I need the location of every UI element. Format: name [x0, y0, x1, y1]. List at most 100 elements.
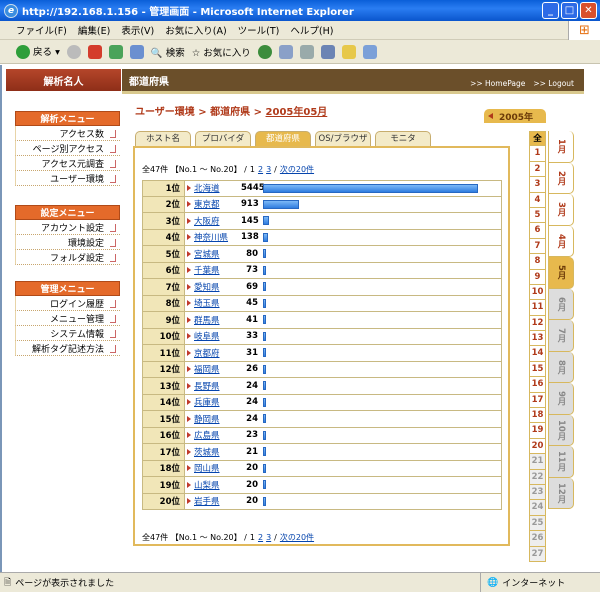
prefecture-cell: 大阪府 [185, 215, 241, 227]
media-icon[interactable] [257, 44, 272, 59]
refresh-icon[interactable] [108, 44, 123, 59]
sidebar-item-folder[interactable]: フォルダ設定 [15, 250, 120, 265]
pager-page-2[interactable]: 2 [258, 533, 263, 542]
prefecture-link[interactable]: 宮城県 [194, 248, 220, 260]
menu-help[interactable]: ヘルプ(H) [290, 23, 333, 37]
pager-page-3[interactable]: 3 [266, 533, 271, 542]
day-item[interactable]: 20 [529, 438, 546, 455]
prefecture-link[interactable]: 東京都 [194, 198, 220, 210]
minimize-button[interactable]: _ [542, 2, 559, 19]
day-item[interactable]: 6 [529, 223, 546, 239]
sidebar-item-environment[interactable]: 環境設定 [15, 235, 120, 250]
forward-icon[interactable] [66, 44, 81, 59]
prefecture-link[interactable]: 愛知県 [194, 281, 220, 293]
month-tab[interactable]: 3月 [548, 194, 574, 226]
prefecture-link[interactable]: 岐阜県 [194, 330, 220, 342]
bar-cell [261, 312, 501, 328]
breadcrumb-month[interactable]: 2005年05月 [266, 107, 328, 118]
sidebar-item-page-access[interactable]: ページ別アクセス [15, 141, 120, 156]
day-item[interactable]: 17 [529, 392, 546, 409]
sidebar-item-user-env[interactable]: ユーザー環境 [15, 171, 120, 186]
day-item[interactable]: 16 [529, 377, 546, 393]
pager-page-2[interactable]: 2 [258, 165, 263, 174]
prefecture-link[interactable]: 福岡県 [194, 363, 220, 375]
day-item[interactable]: 5 [529, 207, 546, 224]
prefecture-link[interactable]: 広島県 [194, 429, 220, 441]
tab-hostname[interactable]: ホスト名 [135, 131, 191, 146]
edit-icon[interactable] [341, 44, 356, 59]
month-tab[interactable]: 4月 [548, 225, 574, 257]
prefecture-link[interactable]: 茨城県 [194, 446, 220, 458]
windows-logo-icon: ⊞ [568, 21, 600, 40]
prefecture-link[interactable]: 兵庫県 [194, 396, 220, 408]
menu-tools[interactable]: ツール(T) [238, 23, 280, 37]
tab-os-browser[interactable]: OS/ブラウザ [315, 131, 371, 146]
favorites-button[interactable]: ☆ お気に入り [192, 45, 251, 59]
day-item[interactable]: 7 [529, 238, 546, 255]
pager-next[interactable]: 次の20件 [280, 532, 314, 543]
history-icon[interactable] [278, 44, 293, 59]
sidebar-item-access-count[interactable]: アクセス数 [15, 126, 120, 141]
breadcrumb-user-env[interactable]: ユーザー環境 [135, 107, 195, 118]
prefecture-link[interactable]: 北海道 [194, 182, 220, 194]
prefecture-link[interactable]: 静岡県 [194, 413, 220, 425]
stop-icon[interactable] [87, 44, 102, 59]
day-item[interactable]: 10 [529, 284, 546, 301]
tab-provider[interactable]: プロバイダ [195, 131, 251, 146]
menu-view[interactable]: 表示(V) [121, 23, 154, 37]
day-item[interactable]: 18 [529, 408, 546, 424]
day-item[interactable]: 19 [529, 423, 546, 439]
breadcrumb-prefecture[interactable]: 都道府県 [210, 107, 250, 118]
prefecture-link[interactable]: 京都府 [194, 347, 220, 359]
pager-page-3[interactable]: 3 [266, 165, 271, 174]
prefecture-link[interactable]: 千葉県 [194, 264, 220, 276]
prefecture-link[interactable]: 山梨県 [194, 479, 220, 491]
prefecture-link[interactable]: 神奈川県 [194, 231, 228, 243]
day-all[interactable]: 全 [529, 131, 546, 147]
day-item[interactable]: 4 [529, 192, 546, 208]
day-item[interactable]: 11 [529, 300, 546, 316]
menu-edit[interactable]: 編集(E) [78, 23, 110, 37]
close-button[interactable]: ✕ [580, 2, 597, 19]
prefecture-link[interactable]: 埼玉県 [194, 297, 220, 309]
day-item[interactable]: 15 [529, 361, 546, 378]
menu-favorites[interactable]: お気に入り(A) [165, 23, 226, 37]
menu-file[interactable]: ファイル(F) [16, 23, 67, 37]
tab-monitor[interactable]: モニタ [375, 131, 431, 146]
year-tab[interactable]: 2005年 [484, 109, 546, 123]
maximize-button[interactable]: □ [561, 2, 578, 19]
messenger-icon[interactable] [362, 44, 377, 59]
homepage-link[interactable]: >> HomePage [470, 79, 525, 88]
day-item[interactable]: 3 [529, 177, 546, 193]
day-item[interactable]: 2 [529, 161, 546, 178]
sidebar-item-system-info[interactable]: システム情報 [15, 326, 120, 341]
prefecture-link[interactable]: 長野県 [194, 380, 220, 392]
logout-link[interactable]: >> Logout [533, 79, 574, 88]
month-tab[interactable]: 5月 [548, 257, 574, 289]
prefecture-link[interactable]: 岩手県 [194, 495, 220, 507]
mail-icon[interactable] [299, 44, 314, 59]
home-icon[interactable] [129, 44, 144, 59]
day-item[interactable]: 12 [529, 315, 546, 332]
day-item[interactable]: 8 [529, 254, 546, 270]
sidebar-item-tag-howto[interactable]: 解析タグ記述方法 [15, 341, 120, 356]
sidebar-item-account[interactable]: アカウント設定 [15, 220, 120, 235]
back-button[interactable]: 戻る ▾ [16, 44, 60, 60]
day-item[interactable]: 1 [529, 146, 546, 162]
pager-next[interactable]: 次の20件 [280, 164, 314, 175]
prefecture-link[interactable]: 岡山県 [194, 462, 220, 474]
prev-year-icon[interactable] [488, 113, 493, 119]
search-button[interactable]: 🔍 検索 [151, 45, 185, 59]
sidebar-item-login-history[interactable]: ログイン履歴 [15, 296, 120, 311]
print-icon[interactable] [320, 44, 335, 59]
prefecture-link[interactable]: 大阪府 [194, 215, 220, 227]
month-tab[interactable]: 2月 [548, 162, 574, 194]
day-item[interactable]: 14 [529, 346, 546, 362]
day-item[interactable]: 9 [529, 269, 546, 285]
tab-prefecture[interactable]: 都道府県 [255, 131, 311, 146]
prefecture-link[interactable]: 群馬県 [194, 314, 220, 326]
month-tab[interactable]: 1月 [548, 131, 574, 163]
sidebar-item-referrer[interactable]: アクセス元調査 [15, 156, 120, 171]
day-item[interactable]: 13 [529, 331, 546, 347]
sidebar-item-menu-admin[interactable]: メニュー管理 [15, 311, 120, 326]
